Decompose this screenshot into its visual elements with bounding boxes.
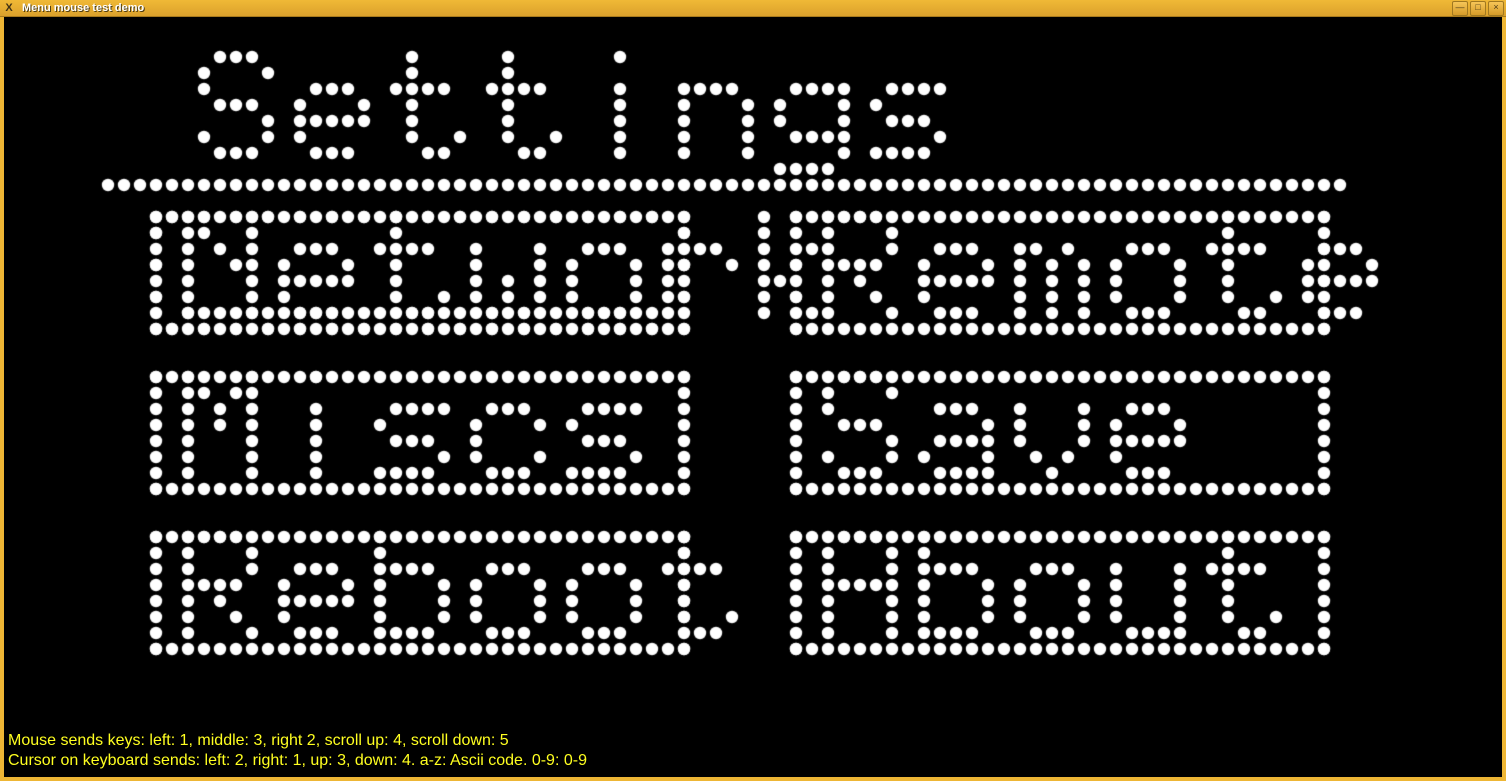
menu-item-about[interactable] <box>800 540 1356 670</box>
footer-line-2: Cursor on keyboard sends: left: 2, right… <box>8 751 587 771</box>
window-titlebar: X Menu mouse test demo — □ × <box>0 0 1506 17</box>
footer-help: Mouse sends keys: left: 1, middle: 3, ri… <box>8 731 587 771</box>
footer-line-1: Mouse sends keys: left: 1, middle: 3, ri… <box>8 731 587 751</box>
window-minimize-button[interactable]: — <box>1452 1 1468 16</box>
window-menu-icon[interactable]: X <box>2 1 16 15</box>
client-area: Mouse sends keys: left: 1, middle: 3, ri… <box>4 17 1502 777</box>
window-close-button[interactable]: × <box>1488 1 1504 16</box>
menu-item-remote[interactable] <box>800 210 1356 340</box>
menu-item-reboot[interactable] <box>158 540 714 670</box>
menu-item-save[interactable] <box>800 375 1356 505</box>
window-maximize-button[interactable]: □ <box>1470 1 1486 16</box>
window-title: Menu mouse test demo <box>22 2 144 14</box>
menu-item-network[interactable] <box>158 210 714 340</box>
menu-item-miscs[interactable] <box>158 375 714 505</box>
